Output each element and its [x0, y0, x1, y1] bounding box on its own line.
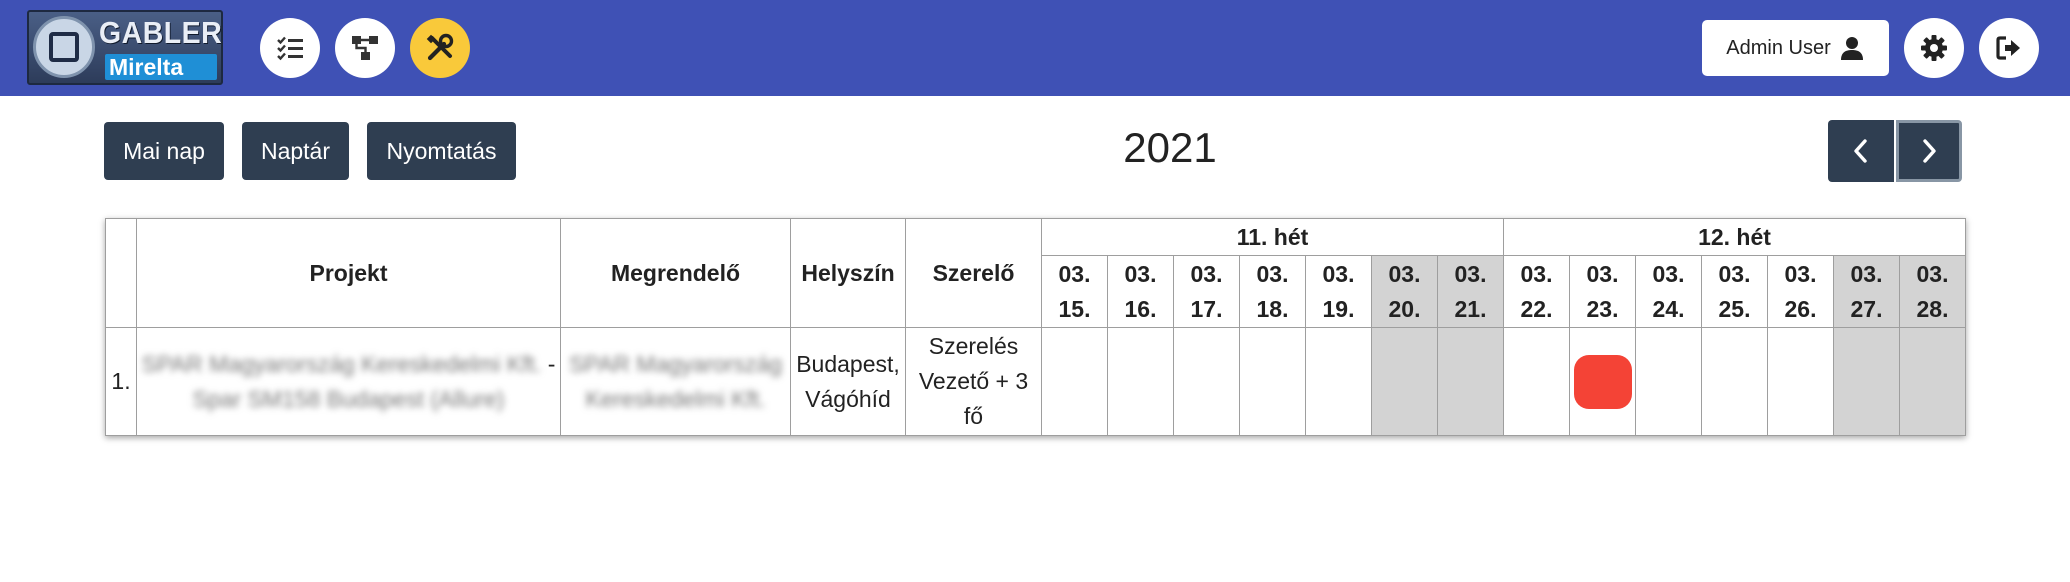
- day-cell[interactable]: [1173, 327, 1240, 436]
- next-button[interactable]: [1896, 120, 1962, 182]
- fitter-line: fő: [963, 403, 984, 429]
- gear-icon: [1921, 35, 1947, 61]
- day-cell[interactable]: [1569, 327, 1636, 436]
- day-cell[interactable]: [1305, 327, 1372, 436]
- location-cell: Budapest, Vágóhíd: [790, 327, 906, 436]
- period-navigation: [1828, 120, 1968, 182]
- logo-brand-text: GABLER: [99, 15, 223, 50]
- user-name-label: Admin User: [1726, 36, 1831, 59]
- day-header: 03. 24.: [1635, 255, 1702, 328]
- week-header-row: Projekt Megrendelő Helyszín Szerelő 11. …: [105, 218, 1966, 328]
- day-cell[interactable]: [1503, 327, 1570, 436]
- tasks-nav-button[interactable]: [260, 18, 320, 78]
- weekend-day-cell[interactable]: [1833, 327, 1900, 436]
- day-header: 03. 26.: [1767, 255, 1834, 328]
- company-logo[interactable]: GABLER Mirelta: [27, 10, 223, 85]
- project-name-blurred: SPAR Magyarország Kereskedelmi Kft.: [141, 350, 542, 377]
- settings-button[interactable]: [1904, 18, 1964, 78]
- today-button[interactable]: Mai nap: [104, 122, 224, 180]
- client-name-blurred: Kereskedelmi Kft.: [585, 385, 766, 412]
- project-separator: -: [547, 350, 556, 377]
- day-cell[interactable]: [1041, 327, 1108, 436]
- logo-sub-text: Mirelta: [105, 54, 217, 80]
- project-cell[interactable]: SPAR Magyarország Kereskedelmi Kft. - Sp…: [136, 327, 561, 436]
- fitter-line: Szerelés: [928, 333, 1019, 359]
- day-header: 03. 18.: [1239, 255, 1306, 328]
- top-navbar: GABLER Mirelta Admin User: [0, 0, 2070, 96]
- fitter-header: Szerelő: [905, 218, 1042, 328]
- structure-nav-button[interactable]: [335, 18, 395, 78]
- chevron-left-icon: [1854, 139, 1867, 163]
- fitter-line: Vezető + 3: [918, 368, 1029, 394]
- row-index: 1.: [105, 327, 137, 436]
- checklist-icon: [277, 36, 303, 61]
- client-cell: SPAR Magyarország Kereskedelmi Kft.: [560, 327, 791, 436]
- day-cell[interactable]: [1767, 327, 1834, 436]
- day-header: 03. 16.: [1107, 255, 1174, 328]
- weekend-day-cell[interactable]: [1371, 327, 1438, 436]
- location-line: Vágóhíd: [805, 385, 891, 412]
- day-cell[interactable]: [1701, 327, 1768, 436]
- location-header: Helyszín: [790, 218, 906, 328]
- week-12-header: 12. hét: [1503, 218, 1966, 256]
- week-11-header: 11. hét: [1041, 218, 1504, 256]
- weekend-day-header: 03. 28.: [1899, 255, 1966, 328]
- weekend-day-header: 03. 21.: [1437, 255, 1504, 328]
- project-site-blurred: Spar SM158 Budapest (Allure): [192, 385, 505, 412]
- previous-button[interactable]: [1828, 120, 1894, 182]
- day-header: 03. 17.: [1173, 255, 1240, 328]
- logout-button[interactable]: [1979, 18, 2039, 78]
- day-header: 03. 19.: [1305, 255, 1372, 328]
- tools-nav-button[interactable]: [410, 18, 470, 78]
- day-header: 03. 25.: [1701, 255, 1768, 328]
- weekend-day-cell[interactable]: [1437, 327, 1504, 436]
- scheduled-marker[interactable]: [1573, 354, 1632, 409]
- client-header: Megrendelő: [560, 218, 791, 328]
- hierarchy-icon: [352, 36, 378, 60]
- index-header: [105, 218, 137, 328]
- fitter-cell: Szerelés Vezető + 3 fő: [905, 327, 1042, 436]
- client-name-blurred: SPAR Magyarország: [568, 350, 783, 377]
- day-cell[interactable]: [1239, 327, 1306, 436]
- year-title: 2021: [1123, 124, 1217, 171]
- tools-icon: [426, 33, 454, 61]
- day-cell[interactable]: [1107, 327, 1174, 436]
- project-header: Projekt: [136, 218, 561, 328]
- day-header: 03. 22.: [1503, 255, 1570, 328]
- weekend-day-header: 03. 27.: [1833, 255, 1900, 328]
- location-line: Budapest,: [796, 350, 900, 377]
- logo-mark-icon: [33, 16, 95, 78]
- user-menu-button[interactable]: Admin User: [1702, 20, 1889, 76]
- table-row[interactable]: 1. SPAR Magyarország Kereskedelmi Kft. -…: [105, 327, 1966, 436]
- logout-icon: [1996, 36, 2020, 60]
- day-header: 03. 15.: [1041, 255, 1108, 328]
- calendar-button[interactable]: Naptár: [242, 122, 349, 180]
- day-cell[interactable]: [1635, 327, 1702, 436]
- chevron-right-icon: [1923, 139, 1936, 163]
- schedule-table: Projekt Megrendelő Helyszín Szerelő 11. …: [105, 218, 1966, 436]
- weekend-day-cell[interactable]: [1899, 327, 1966, 436]
- day-header: 03. 23.: [1569, 255, 1636, 328]
- weekend-day-header: 03. 20.: [1371, 255, 1438, 328]
- print-button[interactable]: Nyomtatás: [367, 122, 516, 180]
- user-icon: [1840, 37, 1863, 60]
